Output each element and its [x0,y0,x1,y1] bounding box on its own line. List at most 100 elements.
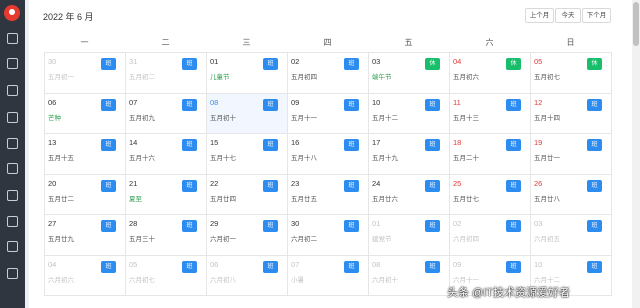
calendar-day-cell[interactable]: 02 五月初四 班 [287,52,369,94]
calendar-day-cell[interactable]: 06 芒种 班 [44,92,126,134]
work-badge[interactable]: 班 [182,179,197,192]
work-badge[interactable]: 班 [425,220,440,232]
calendar-day-cell[interactable]: 23 五月廿五 班 [287,173,369,215]
rest-badge[interactable]: 休 [425,58,440,70]
calendar-day-cell[interactable]: 07 小暑 班 [287,254,369,296]
calendar-day-cell[interactable]: 11 五月十三 班 [449,92,531,134]
work-badge[interactable]: 班 [182,139,197,151]
work-badge[interactable]: 班 [182,98,197,111]
calendar-day-cell[interactable]: 06 六月初八 班 [206,254,288,296]
calendar-day-cell[interactable]: 08 五月初十 班 [206,92,288,134]
calendar-day-cell[interactable]: 24 五月廿六 班 [368,173,450,215]
today-button[interactable]: 今天 [555,8,581,23]
work-badge[interactable]: 班 [101,139,116,151]
calendar-day-cell[interactable]: 01 建党节 班 [368,214,450,256]
work-badge[interactable]: 班 [344,220,359,232]
work-badge[interactable]: 班 [425,260,440,273]
calendar-icon[interactable] [7,163,18,174]
calendar-day-cell[interactable]: 05 五月初七 休 [530,52,612,94]
work-badge[interactable]: 班 [506,98,521,111]
calendar-day-cell[interactable]: 12 五月十四 班 [530,92,612,134]
calendar-day-cell[interactable]: 30 六月初二 班 [287,214,369,256]
work-badge[interactable]: 班 [587,139,602,151]
calendar-day-cell[interactable]: 16 五月十八 班 [287,133,369,175]
work-badge[interactable]: 班 [263,179,278,192]
work-badge[interactable]: 班 [425,139,440,151]
work-badge[interactable]: 班 [263,260,278,273]
work-badge[interactable]: 班 [506,179,521,192]
settings-icon[interactable] [7,58,18,69]
calendar-day-cell[interactable]: 31 五月初二 班 [125,52,207,94]
work-badge[interactable]: 班 [101,58,116,70]
work-badge[interactable]: 班 [344,260,359,273]
calendar-day-cell[interactable]: 08 六月初十 班 [368,254,450,296]
work-badge[interactable]: 班 [587,260,602,273]
work-badge[interactable]: 班 [182,58,197,70]
scrollbar[interactable] [632,0,640,308]
calendar-day-cell[interactable]: 20 五月廿二 班 [44,173,126,215]
chevron-icon[interactable] [7,268,18,279]
calendar-day-cell[interactable]: 30 五月初一 班 [44,52,126,94]
work-badge[interactable]: 班 [263,98,278,111]
rest-badge[interactable]: 休 [506,58,521,70]
work-badge[interactable]: 班 [101,179,116,192]
clipboard-icon[interactable] [7,138,18,149]
calendar-day-cell[interactable]: 17 五月十九 班 [368,133,450,175]
work-badge[interactable]: 班 [182,260,197,273]
work-badge[interactable]: 班 [506,220,521,232]
work-badge[interactable]: 班 [101,260,116,273]
document-icon[interactable] [7,112,18,123]
calendar-day-cell[interactable]: 03 端午节 休 [368,52,450,94]
home-icon[interactable] [7,33,18,44]
scrollbar-thumb[interactable] [633,2,639,46]
work-badge[interactable]: 班 [344,179,359,192]
calendar-day-cell[interactable]: 15 五月十七 班 [206,133,288,175]
work-badge[interactable]: 班 [587,98,602,111]
calendar-day-cell[interactable]: 09 五月十一 班 [287,92,369,134]
calendar-day-cell[interactable]: 25 五月廿七 班 [449,173,531,215]
work-badge[interactable]: 班 [263,139,278,151]
calendar-day-cell[interactable]: 01 儿童节 班 [206,52,288,94]
calendar-day-cell[interactable]: 04 六月初六 班 [44,254,126,296]
calendar-day-cell[interactable]: 10 五月十二 班 [368,92,450,134]
calendar-day-cell[interactable]: 07 五月初九 班 [125,92,207,134]
calendar-day-cell[interactable]: 04 五月初六 休 [449,52,531,94]
work-badge[interactable]: 班 [101,98,116,111]
work-badge[interactable]: 班 [263,220,278,232]
work-badge[interactable]: 班 [425,98,440,111]
calendar-day-cell[interactable]: 28 五月三十 班 [125,214,207,256]
rest-badge[interactable]: 休 [587,58,602,70]
day-number: 16 [291,138,300,147]
work-badge[interactable]: 班 [263,58,278,70]
work-badge[interactable]: 班 [425,179,440,192]
work-badge[interactable]: 班 [506,260,521,273]
work-badge[interactable]: 班 [101,220,116,232]
calendar-day-cell[interactable]: 13 五月十五 班 [44,133,126,175]
calendar-day-cell[interactable]: 27 五月廿九 班 [44,214,126,256]
lunar-date: 五月初四 [291,74,317,81]
work-badge[interactable]: 班 [587,220,602,232]
work-badge[interactable]: 班 [344,58,359,70]
calendar-day-cell[interactable]: 26 五月廿八 班 [530,173,612,215]
calendar-day-cell[interactable]: 22 五月廿四 班 [206,173,288,215]
layers-icon[interactable] [7,190,18,201]
work-badge[interactable]: 班 [344,139,359,151]
next-month-button[interactable]: 下个月 [582,8,611,23]
work-badge[interactable]: 班 [182,220,197,232]
user-icon[interactable] [7,241,18,252]
calendar-day-cell[interactable]: 18 五月二十 班 [449,133,531,175]
calendar-day-cell[interactable]: 29 六月初一 班 [206,214,288,256]
calendar-day-cell[interactable]: 03 六月初五 班 [530,214,612,256]
calendar-day-cell[interactable]: 14 五月十六 班 [125,133,207,175]
work-badge[interactable]: 班 [587,179,602,192]
calendar-day-cell[interactable]: 21 夏至 班 [125,173,207,215]
briefcase-icon[interactable] [7,216,18,227]
work-badge[interactable]: 班 [344,98,359,111]
calendar-day-cell[interactable]: 05 六月初七 班 [125,254,207,296]
lunar-date: 五月十五 [48,155,74,162]
monitor-icon[interactable] [7,85,18,96]
calendar-day-cell[interactable]: 02 六月初四 班 [449,214,531,256]
prev-month-button[interactable]: 上个月 [525,8,554,23]
calendar-day-cell[interactable]: 19 五月廿一 班 [530,133,612,175]
work-badge[interactable]: 班 [506,139,521,151]
